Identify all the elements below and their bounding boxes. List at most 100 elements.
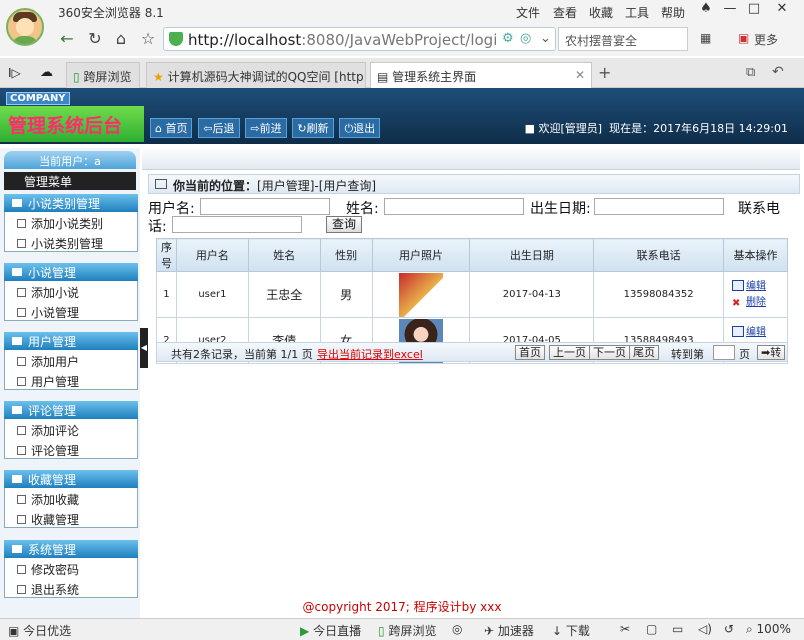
export-excel-link[interactable]: 导出当前记录到excel: [317, 346, 423, 362]
username-input[interactable]: [200, 198, 330, 215]
grid-apps-icon[interactable]: ▦: [700, 31, 711, 45]
sidebar-item-exit-system[interactable]: 退出系统: [4, 578, 138, 598]
extension-icon[interactable]: ⚙: [502, 31, 514, 46]
user-avatar[interactable]: [6, 8, 44, 46]
web-page: COMPANY 管理系统后台 ⌂ 首页 ⇦后退 ⇨前进 ↻刷新 ⏻退出 ■ 欢迎…: [0, 88, 804, 618]
delete-icon: ✖: [732, 298, 741, 309]
table-header-row: 序号 用户名 姓名 性别 用户照片 出生日期 联系电话 基本操作: [156, 238, 788, 272]
volume-icon[interactable]: ◁): [698, 622, 712, 636]
star-icon[interactable]: ☆: [137, 28, 159, 50]
sidebar-item-user-mgmt[interactable]: 用户管理: [4, 370, 138, 390]
group-user-title[interactable]: 用户管理: [4, 332, 138, 350]
sidebar-item-favorite-mgmt[interactable]: 收藏管理: [4, 508, 138, 528]
speed-icon[interactable]: ◎: [452, 622, 462, 636]
nav-back-button[interactable]: ⇦后退: [198, 118, 240, 138]
table-row: 1 user1 王忠全 男 2017-04-13 13598084352 编辑 …: [156, 271, 788, 318]
minimize-icon[interactable]: —: [718, 1, 742, 19]
new-tab-icon[interactable]: +: [598, 63, 611, 82]
phone-input[interactable]: [172, 216, 302, 233]
nav-forward-button[interactable]: ⇨前进: [245, 118, 287, 138]
screenshot-icon[interactable]: ✂: [620, 622, 630, 636]
group-novel-title[interactable]: 小说管理: [4, 263, 138, 281]
daily-picks-link[interactable]: ▣ 今日优选: [8, 622, 71, 639]
sidebar-toggle-icon[interactable]: I▷: [8, 66, 21, 80]
close-window-icon[interactable]: ✕: [770, 1, 794, 19]
cloud-icon[interactable]: ☁: [40, 65, 53, 80]
browser-title-bar: 360安全浏览器 8.1 文件 查看 收藏 工具 帮助 ♠ — □ ✕ ← ↻ …: [0, 0, 804, 56]
address-bar[interactable]: http://localhost:8080/JavaWebProject/log…: [163, 27, 556, 51]
clipboard-icon[interactable]: ▢: [646, 622, 657, 636]
col-ops: 基本操作: [723, 238, 788, 272]
group-comment-title[interactable]: 评论管理: [4, 401, 138, 419]
edit-link[interactable]: 编辑: [732, 325, 787, 341]
more-icon: ▣: [738, 31, 750, 45]
birth-input[interactable]: [594, 198, 724, 215]
cell-gender: 男: [319, 271, 373, 318]
cross-screen-link[interactable]: ▯ 跨屏浏览: [378, 622, 436, 639]
name-input[interactable]: [384, 198, 524, 215]
more-button[interactable]: 更多: [754, 31, 778, 48]
restore-tabs-icon[interactable]: ⧉: [746, 65, 755, 80]
group-system-title[interactable]: 系统管理: [4, 540, 138, 558]
sidebar-item-novel-mgmt[interactable]: 小说管理: [4, 301, 138, 321]
menu-file[interactable]: 文件: [516, 4, 540, 21]
live-link[interactable]: ▶ 今日直播: [300, 622, 361, 639]
tab-admin-main[interactable]: ▤ 管理系统主界面 ✕: [370, 62, 592, 88]
first-page-button[interactable]: 首页: [515, 345, 545, 360]
group-comment: 评论管理 添加评论 评论管理: [4, 401, 138, 459]
chevron-down-icon[interactable]: ⌄: [540, 31, 551, 46]
download-link[interactable]: ↓ 下载: [552, 622, 590, 639]
top-nav: ⌂ 首页 ⇦后退 ⇨前进 ↻刷新 ⏻退出: [150, 118, 382, 138]
reload-icon[interactable]: ↻: [84, 28, 106, 50]
query-button[interactable]: 查询: [326, 216, 363, 233]
skin-icon[interactable]: ♠: [694, 1, 718, 19]
delete-link[interactable]: ✖删除: [732, 295, 787, 311]
menu-help[interactable]: 帮助: [661, 4, 685, 21]
sidebar-item-add-novel[interactable]: 添加小说: [4, 281, 138, 301]
next-page-button[interactable]: 下一页: [589, 345, 630, 360]
home-icon[interactable]: ⌂: [110, 28, 132, 50]
cell-name: 王忠全: [247, 271, 321, 318]
accelerator-link[interactable]: ✈ 加速器: [484, 622, 534, 639]
menu-view[interactable]: 查看: [553, 4, 577, 21]
maximize-icon[interactable]: □: [742, 1, 766, 19]
record-count: 共有2条记录，当前第 1/1 页: [171, 348, 313, 361]
undo-close-icon[interactable]: ↶: [772, 64, 784, 80]
nav-logout-button[interactable]: ⏻退出: [339, 118, 381, 138]
back-icon[interactable]: ←: [56, 28, 78, 50]
menu-favorites[interactable]: 收藏: [589, 4, 613, 21]
col-birth: 出生日期: [469, 238, 595, 272]
sidebar-item-add-user[interactable]: 添加用户: [4, 350, 138, 370]
sidebar-item-add-category[interactable]: 添加小说类别: [4, 212, 138, 232]
sidebar-collapse-handle[interactable]: ◀: [140, 328, 148, 368]
sidebar-item-change-password[interactable]: 修改密码: [4, 558, 138, 578]
window-icon[interactable]: ▭: [672, 622, 683, 636]
nav-home-button[interactable]: ⌂ 首页: [150, 118, 193, 138]
group-category-title[interactable]: 小说类别管理: [4, 194, 138, 212]
menu-tools[interactable]: 工具: [625, 4, 649, 21]
group-user: 用户管理 添加用户 用户管理: [4, 332, 138, 390]
tab-cross-screen[interactable]: ▯ 跨屏浏览: [66, 62, 140, 88]
copyright: @copyright 2017; 程序设计by xxx: [302, 600, 502, 614]
security-shield-icon: [169, 32, 183, 46]
goto-page-input[interactable]: [713, 345, 735, 360]
group-favorite-title[interactable]: 收藏管理: [4, 470, 138, 488]
sidebar-item-add-comment[interactable]: 添加评论: [4, 419, 138, 439]
nav-refresh-button[interactable]: ↻刷新: [292, 118, 334, 138]
sidebar-item-comment-mgmt[interactable]: 评论管理: [4, 439, 138, 459]
restore-icon[interactable]: ↺: [724, 622, 734, 636]
last-page-button[interactable]: 尾页: [629, 345, 659, 360]
prev-page-button[interactable]: 上一页: [549, 345, 590, 360]
close-tab-icon[interactable]: ✕: [575, 68, 585, 82]
col-gender: 性别: [319, 238, 373, 272]
tab-strip: I▷ ☁ ▯ 跨屏浏览 ★ 计算机源码大神调试的QQ空间 [http: ▤ 管理…: [0, 58, 804, 88]
goto-button[interactable]: ➡转: [757, 345, 786, 360]
tab-qq-space[interactable]: ★ 计算机源码大神调试的QQ空间 [http:: [146, 62, 366, 88]
search-input[interactable]: 农村摆普宴全: [558, 27, 688, 51]
sidebar-item-add-favorite[interactable]: 添加收藏: [4, 488, 138, 508]
edit-link[interactable]: 编辑: [732, 279, 787, 295]
url-host: http://localhost: [188, 31, 302, 49]
compat-mode-icon[interactable]: ◎: [520, 31, 531, 46]
zoom-level[interactable]: ⌕ 100%: [746, 622, 791, 637]
sidebar-item-category-mgmt[interactable]: 小说类别管理: [4, 232, 138, 252]
